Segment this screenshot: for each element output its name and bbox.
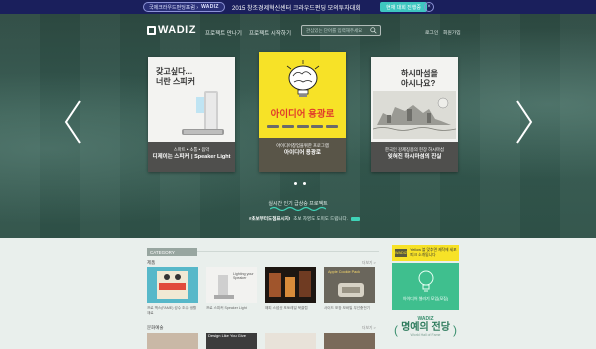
card-caption-title: 디제이는 스피커 | Speaker Light (152, 154, 231, 161)
yellow-ad-banner[interactable]: WADIZ Yellow 블 맞추면 제작에 세포피크 소개됩니다 (392, 245, 459, 261)
top-banner: 국제크라우드펀딩포럼 › WADIZ 2015 창조경제혁신센터 크라우드펀딩 … (0, 0, 596, 14)
project-card-idea[interactable]: 아이디어 용광로 아이디어창업을위한 프로그램 아이디어 용광로 (259, 52, 346, 172)
card-caption: 아이디어창업을위한 프로그램 아이디어 용광로 (259, 138, 346, 172)
lightbulb-icon (418, 270, 434, 292)
nav-meet-projects[interactable]: 프로젝트 만나기 (205, 29, 242, 37)
card-caption: 스마트 • 소통 • 음악 디제이는 스피커 | Speaker Light (148, 142, 235, 172)
culture-thumb-4[interactable] (324, 333, 375, 349)
close-icon[interactable]: × (424, 2, 434, 12)
product-thumb-2[interactable]: Lighting your Speaker (206, 267, 257, 303)
ad-logo: WADIZ (395, 249, 408, 257)
card-caption-small: 한국인 강제징용의 현장 하시마섬 (385, 147, 444, 152)
thumb-caption-2[interactable]: 프로 스피커 Speaker Light (206, 306, 257, 311)
search-placeholder: 관심있는 단어를 입력해주세요 (306, 27, 363, 33)
thumb-text: Apple Cookie Pack (328, 270, 361, 274)
culture-thumb-2[interactable]: Design Like You Give (206, 333, 257, 349)
culture-thumb-3[interactable] (265, 333, 316, 349)
wave-divider-icon (270, 206, 326, 212)
login-link[interactable]: 로그인 (425, 29, 438, 36)
laurel-left-icon: ( (394, 323, 398, 337)
ad-text: Yellow 블 맞추면 제작에 세포피크 소개됩니다 (410, 248, 457, 257)
forum-link-label: 국제크라우드펀딩포럼 › (149, 4, 199, 11)
product-thumb-3[interactable] (265, 267, 316, 303)
thumb-caption-4[interactable]: 사이드 포장 모바일 무선충전기 (324, 306, 375, 311)
green-ad-banner[interactable]: 아이디어 셀러기 모임(모집) (392, 263, 459, 310)
laurel-right-icon: ) (453, 323, 457, 337)
ticker-text: 초보 자영도 도미도 드립니다. (293, 216, 348, 221)
ad2-caption: 아이디어 셀러기 모임(모집) (402, 296, 449, 301)
card-caption-title: 아이디어 용광로 (284, 150, 321, 157)
product-thumb-1[interactable] (147, 267, 198, 303)
hall-of-fame-banner[interactable]: ( WADIZ 명예의 전당 World Hall of Fame ) (392, 316, 459, 342)
hero-carousel: WADIZ 프로젝트 만나기 프로젝트 시작하기 관심있는 단어를 입력해주세요… (0, 14, 596, 238)
thumb-caption-1[interactable]: 프로 맥스(FAME) 성수 조수 생활재료 (147, 306, 198, 315)
popular-ticker[interactable]: #초보부터도점표시지! 초보 자영도 도미도 드립니다. (249, 216, 360, 222)
carousel-dots (294, 182, 306, 185)
brain-lightbulb-image (286, 60, 320, 97)
section-product-more[interactable]: 더보기 > (362, 261, 376, 266)
logo-text: WADIZ (158, 24, 196, 36)
hall-subtitle: World Hall of Fame (410, 333, 441, 337)
ticker-highlight: #초보부터도점표시지! (249, 216, 291, 221)
island-sketch-image (373, 91, 456, 139)
card-caption-title: 잊혀진 하시마섬의 진실 (387, 154, 442, 161)
search-input[interactable]: 관심있는 단어를 입력해주세요 (301, 25, 381, 36)
speaker-product-image (182, 91, 224, 135)
card-headline: 하시마섬을 아시나요? (401, 69, 438, 88)
carousel-dot[interactable] (294, 182, 297, 185)
forum-link-brand: WADIZ (201, 4, 219, 10)
product-thumb-4[interactable]: Apple Cookie Pack (324, 267, 375, 303)
carousel-prev-icon[interactable] (62, 97, 84, 147)
carousel-dot[interactable] (303, 182, 306, 185)
card-caption-small: 스마트 • 소통 • 음악 (173, 147, 210, 152)
forum-link[interactable]: 국제크라우드펀딩포럼 › WADIZ (143, 2, 225, 12)
category-section: CATEGORY 제품 더보기 > Lighting your Speaker (0, 238, 596, 349)
card-caption: 한국인 강제징용의 현장 하시마섬 잊혀진 하시마섬의 진실 (371, 142, 458, 172)
project-card-speaker[interactable]: 갖고싶다... 너란 스피커 스마트 • 소통 • 음악 디제이는 스피커 | … (148, 57, 235, 172)
section-culture-title: 문화예술 (147, 325, 164, 330)
nav-start-project[interactable]: 프로젝트 시작하기 (249, 29, 291, 37)
event-button[interactable]: 현재 대회 진행중 (380, 2, 427, 12)
section-culture-more[interactable]: 더보기 > (362, 326, 376, 331)
carousel-next-icon[interactable] (513, 97, 535, 147)
card-headline: 갖고싶다... 너란 스피커 (156, 67, 196, 86)
category-tab[interactable]: CATEGORY (147, 248, 197, 256)
ticker-tag (350, 217, 360, 221)
hall-title: 명예의 전당 (401, 322, 450, 333)
thumb-text: Lighting your Speaker (233, 272, 254, 281)
signup-link[interactable]: 회원가입 (443, 29, 461, 36)
search-icon[interactable] (370, 27, 377, 34)
sponsor-logos (267, 122, 338, 130)
category-divider (197, 251, 379, 252)
banner-title[interactable]: 2015 창조경제혁신센터 크라우드펀딩 모의투자대회 (232, 3, 361, 12)
logo-mark-icon (147, 25, 156, 35)
section-product-title: 제품 (147, 260, 156, 265)
wadiz-logo[interactable]: WADIZ (147, 24, 196, 36)
project-card-hashima[interactable]: 하시마섬을 아시나요? 한국인 강제징용의 현장 하시마섬 잊혀진 하시마섬의 … (371, 57, 458, 172)
card-headline: 아이디어 용광로 (270, 109, 335, 120)
fame-poster-image (147, 267, 198, 303)
card-caption-small: 아이디어창업을위한 프로그램 (276, 143, 329, 148)
bookclub-photo-image (265, 267, 316, 303)
thumb-caption-3[interactable]: 해피 스냅샷 포토레일 북클럽 (265, 306, 316, 311)
culture-thumb-1[interactable] (147, 333, 198, 349)
